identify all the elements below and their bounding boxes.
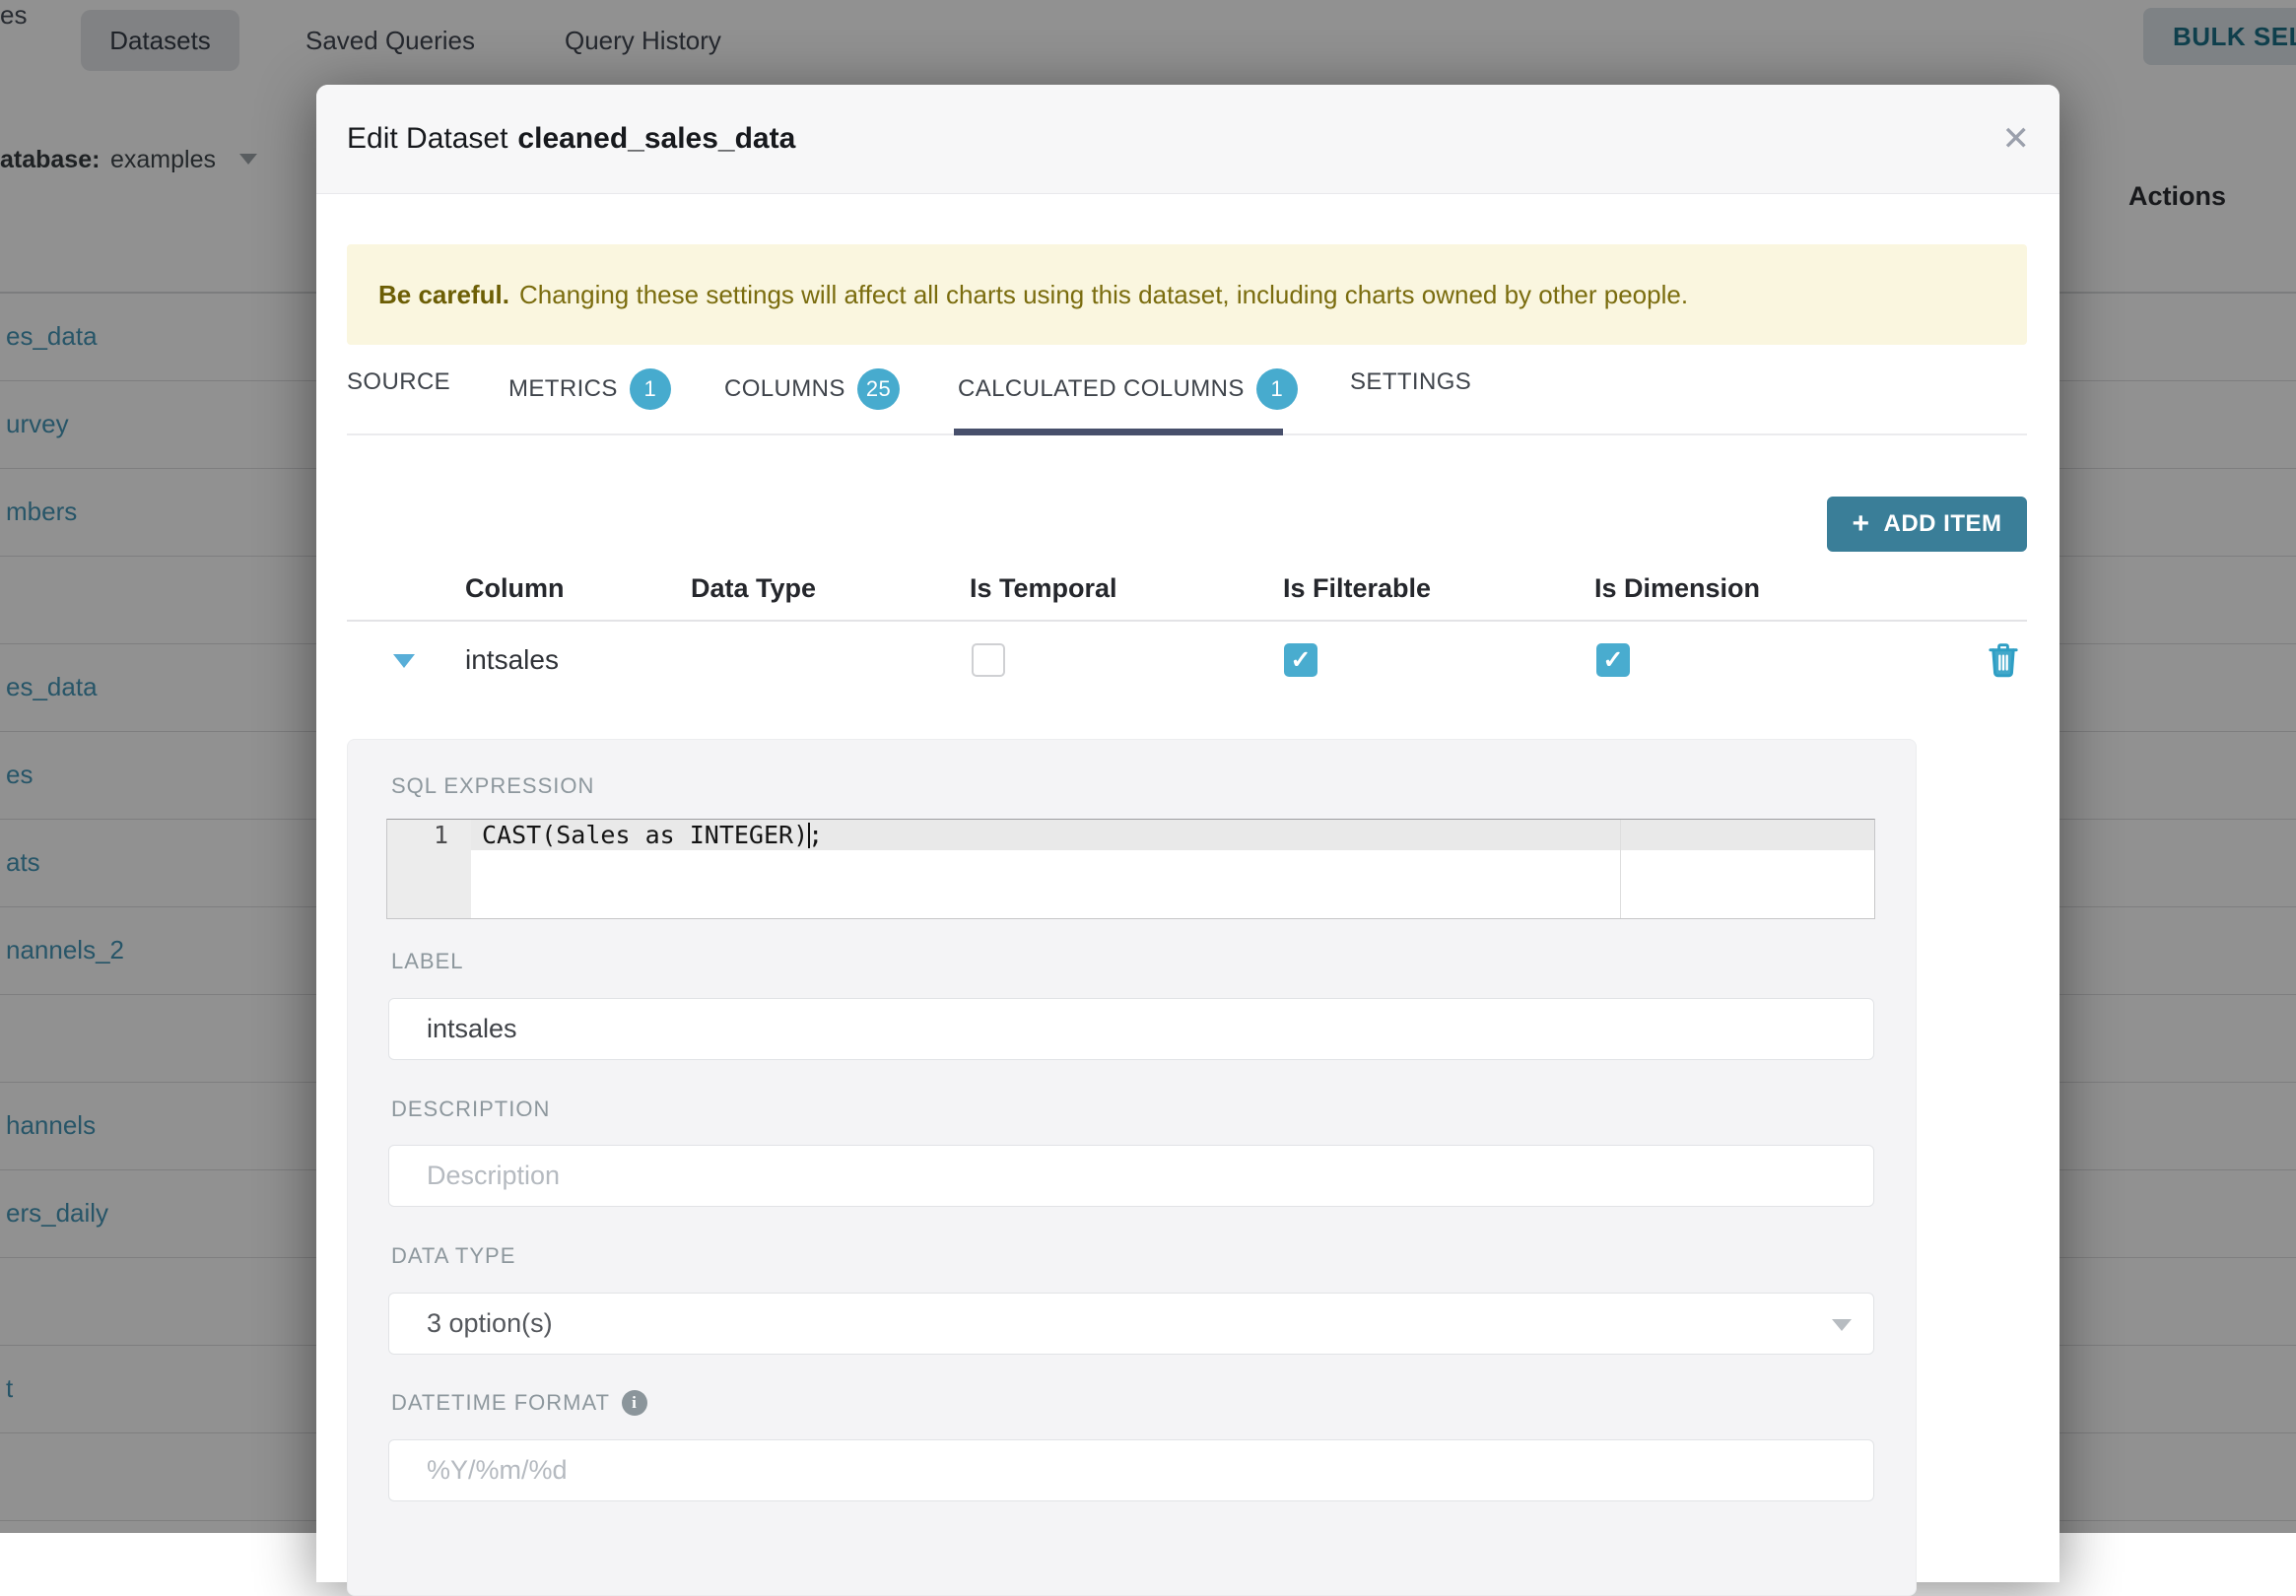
metrics-count-badge: 1 <box>629 368 671 410</box>
sql-expression-code[interactable]: CAST(Sales as INTEGER); <box>482 820 823 850</box>
tab-columns[interactable]: COLUMNS 25 <box>724 368 901 410</box>
edit-dataset-modal: Edit Dataset cleaned_sales_data ✕ Be car… <box>316 85 2060 1596</box>
datetime-format-field-label: DATETIME FORMAT i <box>391 1390 647 1416</box>
column-header-data-type: Data Type <box>691 573 817 603</box>
calculated-column-name: intsales <box>465 644 559 675</box>
delete-item-trash-icon[interactable] <box>1986 641 2021 679</box>
column-header-is-filterable: Is Filterable <box>1283 573 1432 603</box>
tab-calculated-columns[interactable]: CALCULATED COLUMNS 1 <box>958 368 1298 410</box>
columns-count-badge: 25 <box>856 368 901 410</box>
is-filterable-checkbox[interactable]: ✓ <box>1284 643 1317 677</box>
collapse-row-caret-icon[interactable] <box>393 654 415 668</box>
sql-expression-label: SQL EXPRESSION <box>391 773 595 798</box>
select-caret-icon <box>1832 1319 1852 1331</box>
description-field-label: DESCRIPTION <box>391 1097 551 1121</box>
modal-header: Edit Dataset cleaned_sales_data ✕ <box>316 85 2060 194</box>
modal-title: Edit Dataset cleaned_sales_data <box>347 122 796 155</box>
label-input[interactable] <box>388 998 1874 1060</box>
dataset-name: cleaned_sales_data <box>517 122 796 155</box>
add-item-button[interactable]: + ADD ITEM <box>1827 497 2027 552</box>
plus-icon: + <box>1852 507 1870 540</box>
column-header-column: Column <box>465 573 565 603</box>
tab-source[interactable]: SOURCE <box>347 368 450 396</box>
calculated-column-detail-panel: SQL EXPRESSION 1 CAST(Sales as INTEGER);… <box>347 739 1917 1596</box>
editor-text-cursor <box>808 823 810 848</box>
editor-line-number: 1 <box>433 821 448 849</box>
description-input[interactable] <box>388 1145 1874 1207</box>
label-field-label: LABEL <box>391 949 464 973</box>
data-type-field-label: DATA TYPE <box>391 1243 516 1268</box>
close-icon[interactable]: ✕ <box>2002 85 2031 193</box>
column-header-is-dimension: Is Dimension <box>1594 573 1761 603</box>
datetime-format-input[interactable] <box>388 1439 1874 1501</box>
data-type-select[interactable]: 3 option(s) <box>388 1293 1874 1355</box>
tab-settings[interactable]: SETTINGS <box>1350 368 1471 396</box>
grid-header-divider <box>347 620 2027 622</box>
is-dimension-checkbox[interactable]: ✓ <box>1596 643 1630 677</box>
is-temporal-checkbox[interactable] <box>972 643 1005 677</box>
editor-print-margin <box>1620 820 1621 918</box>
tab-metrics[interactable]: METRICS 1 <box>508 368 671 410</box>
warning-banner: Be careful. Changing these settings will… <box>347 244 2027 345</box>
sql-expression-editor[interactable]: 1 CAST(Sales as INTEGER); <box>386 819 1875 919</box>
info-icon[interactable]: i <box>621 1390 647 1416</box>
column-header-is-temporal: Is Temporal <box>970 573 1117 603</box>
calculated-columns-count-badge: 1 <box>1255 368 1298 410</box>
active-tab-underline <box>954 429 1283 435</box>
